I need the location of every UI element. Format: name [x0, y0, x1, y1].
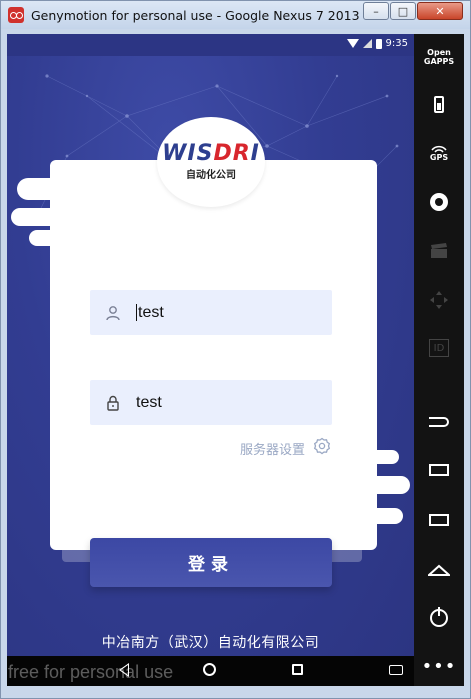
- capture-control[interactable]: [414, 237, 464, 265]
- power-button[interactable]: [414, 604, 464, 632]
- recent-apps-icon: [429, 464, 449, 476]
- camera-icon: [430, 193, 448, 211]
- dpad-icon: [430, 291, 448, 309]
- username-value[interactable]: test: [138, 304, 164, 322]
- battery-icon: [375, 38, 382, 49]
- emulator-side-panel: Open GAPPS GPS ID •••: [414, 34, 464, 686]
- close-button[interactable]: ✕: [417, 2, 463, 20]
- menu-icon: [429, 514, 449, 526]
- signal-icon: [362, 39, 372, 48]
- user-icon: [90, 290, 136, 335]
- keyboard-icon[interactable]: [389, 665, 403, 675]
- minimize-button[interactable]: –: [363, 2, 389, 20]
- logo-wordmark: WISDRI: [162, 141, 260, 166]
- genymotion-icon: [8, 7, 24, 23]
- back-icon: [429, 417, 449, 427]
- device-screen: 9:35 WISDRI 自动化公司 test test 服务器设置 登录 中冶南…: [7, 34, 414, 656]
- password-value[interactable]: test: [136, 394, 162, 412]
- more-options-button[interactable]: •••: [414, 654, 464, 678]
- status-bar: 9:35: [7, 34, 414, 56]
- maximize-button[interactable]: □: [390, 2, 416, 20]
- device-id-control[interactable]: ID: [414, 334, 464, 362]
- webcam-control[interactable]: [414, 188, 464, 216]
- title-bar[interactable]: Genymotion for personal use - Google Nex…: [1, 1, 470, 29]
- server-settings-label: 服务器设置: [240, 442, 306, 458]
- battery-icon: [434, 95, 444, 113]
- id-icon: ID: [429, 339, 449, 357]
- watermark: free for personal use: [8, 662, 174, 682]
- home-icon: [428, 564, 450, 576]
- side-home-button[interactable]: [414, 556, 464, 584]
- company-logo: WISDRI 自动化公司: [157, 117, 265, 207]
- recent-apps-icon[interactable]: [292, 664, 303, 675]
- gear-icon: [313, 437, 331, 459]
- text-cursor: [136, 304, 137, 321]
- gps-control[interactable]: GPS: [414, 138, 464, 166]
- side-recent-button[interactable]: [414, 456, 464, 484]
- login-card: [50, 160, 377, 550]
- clapper-icon: [431, 243, 447, 258]
- password-field[interactable]: test: [90, 380, 332, 425]
- server-settings-link[interactable]: 服务器设置: [240, 437, 331, 459]
- power-icon: [430, 607, 448, 627]
- dpad-control[interactable]: [414, 286, 464, 314]
- window-title: Genymotion for personal use - Google Nex…: [31, 7, 381, 23]
- lock-icon: [90, 380, 136, 425]
- home-icon[interactable]: [203, 663, 216, 676]
- login-button[interactable]: 登录: [90, 538, 332, 587]
- menu-dots-icon: •••: [421, 655, 457, 677]
- wifi-icon: [431, 145, 447, 153]
- side-menu-button[interactable]: [414, 506, 464, 534]
- side-back-button[interactable]: [414, 408, 464, 436]
- status-time: 9:35: [385, 38, 408, 49]
- logo-subtitle: 自动化公司: [186, 170, 236, 181]
- wifi-icon: [346, 39, 359, 48]
- gapps-label: Open GAPPS: [423, 48, 455, 66]
- company-name: 中冶南方（武汉）自动化有限公司: [101, 635, 320, 651]
- username-field[interactable]: test: [90, 290, 332, 335]
- battery-control[interactable]: [414, 90, 464, 118]
- gps-label: GPS: [429, 152, 449, 162]
- gapps-button[interactable]: Open GAPPS: [414, 42, 464, 72]
